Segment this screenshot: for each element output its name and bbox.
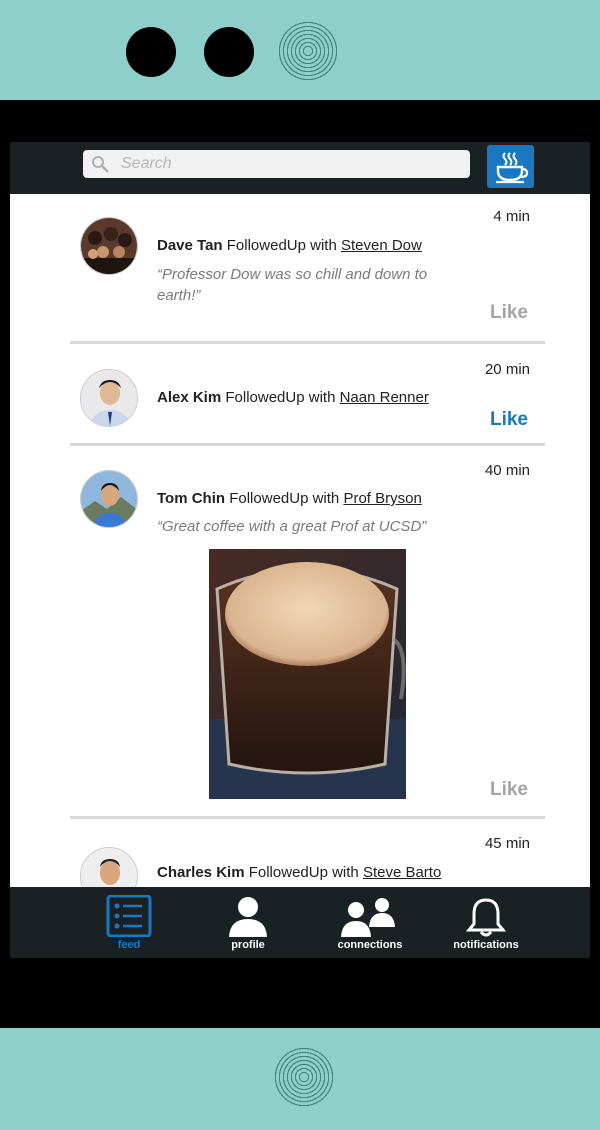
avatar[interactable] <box>80 217 138 275</box>
app-screen: Search 4 min Dave Tan FollowedUp with St… <box>10 142 590 958</box>
phone-bottom-bezel <box>0 1028 600 1130</box>
phone-top-bezel <box>0 0 600 100</box>
feed-list-icon <box>106 895 152 937</box>
search-placeholder: Search <box>121 155 172 172</box>
nav-label-feed: feed <box>117 939 141 951</box>
person-icon <box>229 897 267 937</box>
author-name[interactable]: Tom Chin <box>157 490 225 507</box>
post-time: 40 min <box>484 462 530 479</box>
avatar[interactable] <box>80 847 138 887</box>
target-link[interactable]: Steven Dow <box>341 237 422 254</box>
post-time: 20 min <box>484 361 530 378</box>
target-link[interactable]: Steve Barto <box>363 864 441 881</box>
feed-post: 20 min Alex Kim FollowedUp with Naan Ren… <box>70 344 545 447</box>
nav-feed[interactable]: feed <box>79 895 179 955</box>
target-link[interactable]: Prof Bryson <box>343 490 421 507</box>
nav-label-connections: connections <box>337 939 403 951</box>
author-name[interactable]: Dave Tan <box>157 237 223 254</box>
like-button[interactable]: Like <box>490 302 528 324</box>
avatar[interactable] <box>80 470 138 528</box>
nav-notifications[interactable]: notifications <box>436 895 536 955</box>
post-time: 4 min <box>493 208 530 225</box>
front-sensor <box>204 27 254 77</box>
post-headline: Alex Kim FollowedUp with Naan Renner <box>157 389 429 406</box>
post-action: FollowedUp with <box>229 490 340 507</box>
post-photo[interactable] <box>209 549 406 799</box>
post-time: 45 min <box>484 835 530 852</box>
top-bar: Search <box>10 142 590 194</box>
post-quote: “Great coffee with a great Prof at UCSD” <box>157 518 427 535</box>
post-action: FollowedUp with <box>248 864 359 881</box>
like-button[interactable]: Like <box>490 779 528 801</box>
author-name[interactable]: Alex Kim <box>157 389 221 406</box>
like-button[interactable]: Like <box>490 409 528 431</box>
post-action: FollowedUp with <box>226 237 337 254</box>
post-action: FollowedUp with <box>225 389 336 406</box>
post-quote: “Professor Dow was so chill and down to … <box>157 266 428 304</box>
coffee-cup-icon <box>495 151 528 183</box>
feed-post: 4 min Dave Tan FollowedUp with Steven Do… <box>70 194 545 347</box>
nav-label-notifications: notifications <box>453 939 519 951</box>
avatar[interactable] <box>80 369 138 427</box>
nav-connections[interactable]: connections <box>320 895 420 955</box>
bottom-navigation: feed profile connections notifications <box>10 887 590 958</box>
feed-post: 40 min Tom Chin FollowedUp with Prof Bry… <box>70 446 545 819</box>
earpiece-speaker <box>277 20 339 82</box>
post-headline: Tom Chin FollowedUp with Prof Bryson <box>157 490 422 507</box>
nav-profile[interactable]: profile <box>198 895 298 955</box>
feed-post: 45 min Charles Kim FollowedUp with Steve… <box>70 819 545 887</box>
feed-list: 4 min Dave Tan FollowedUp with Steven Do… <box>10 194 590 887</box>
search-icon <box>92 156 109 173</box>
post-headline: Dave Tan FollowedUp with Steven Dow <box>157 237 422 254</box>
target-link[interactable]: Naan Renner <box>340 389 429 406</box>
bottom-speaker <box>273 1046 335 1108</box>
people-icon <box>341 898 395 937</box>
front-camera <box>126 27 176 77</box>
coffee-button[interactable] <box>487 145 534 188</box>
author-name[interactable]: Charles Kim <box>157 864 245 881</box>
nav-label-profile: profile <box>231 939 265 951</box>
post-headline: Charles Kim FollowedUp with Steve Barto <box>157 864 441 881</box>
search-input[interactable]: Search <box>83 150 470 178</box>
bell-icon <box>465 898 507 937</box>
